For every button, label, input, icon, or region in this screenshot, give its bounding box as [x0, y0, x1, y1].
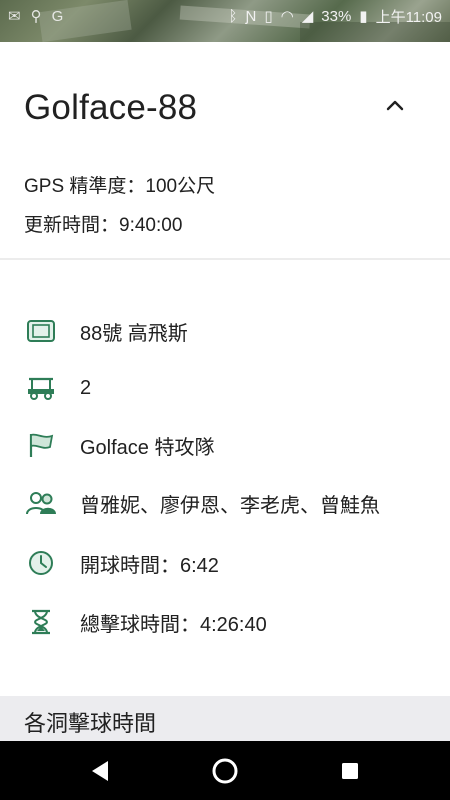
flag-icon — [24, 428, 58, 462]
chevron-up-icon — [386, 100, 404, 111]
tee-time: 開球時間：6:42 — [80, 554, 219, 577]
gmail-icon: ✉ — [8, 8, 21, 25]
detail-row-team: Golface 特攻隊 — [0, 425, 450, 465]
battery-icon: ▮ — [359, 8, 368, 25]
back-button[interactable] — [60, 741, 140, 800]
update-time: 更新時間：9:40:00 — [24, 215, 183, 236]
caddie-label: 88號 高飛斯 — [80, 322, 188, 345]
players-icon — [24, 486, 58, 520]
bluetooth-icon: ᛒ — [228, 7, 238, 25]
team-name: Golface 特攻隊 — [80, 436, 215, 459]
home-icon — [212, 758, 238, 783]
divider — [0, 258, 450, 260]
vibrate-icon: ▯ — [264, 8, 273, 25]
device-title: Golface-88 — [24, 88, 198, 127]
hole-times-section-header[interactable]: 各洞擊球時間 — [0, 696, 450, 742]
battery-percent: 33% — [321, 7, 352, 25]
clock: 上午11:09 — [375, 8, 442, 26]
clock-icon — [24, 546, 58, 580]
collapse-button[interactable] — [378, 90, 412, 120]
nfc-icon: Ɲ — [245, 7, 257, 25]
detail-row-cart: 2 — [0, 368, 450, 408]
gps-accuracy: GPS 精準度：100公尺 — [24, 176, 216, 197]
cart-number: 2 — [80, 376, 92, 399]
section-title: 各洞擊球時間 — [24, 711, 157, 736]
players-list: 曾雅妮、廖伊恩、李老虎、曾鮭魚 — [80, 494, 380, 517]
g-icon: G — [51, 7, 64, 25]
detail-row-tee-time: 開球時間：6:42 — [0, 543, 450, 583]
signal-icon: ◢ — [301, 8, 314, 25]
home-button[interactable] — [185, 741, 265, 800]
status-bar: ✉ ⚲ G ᛒ Ɲ ▯ ◠ ◢ 33% ▮ 上午11:09 — [0, 0, 450, 42]
keyhole-icon: ⚲ — [30, 8, 42, 25]
detail-row-total-time: 總擊球時間：4:26:40 — [0, 602, 450, 642]
wifi-icon: ◠ — [280, 8, 294, 25]
detail-row-players: 曾雅妮、廖伊恩、李老虎、曾鮭魚 — [0, 483, 450, 523]
tablet-icon — [24, 314, 58, 348]
recents-icon — [342, 762, 358, 779]
back-icon — [92, 760, 108, 781]
golf-cart-icon — [24, 371, 58, 405]
detail-row-caddie: 88號 高飛斯 — [0, 311, 450, 351]
recents-button[interactable] — [310, 741, 390, 800]
hourglass-icon — [24, 605, 58, 639]
total-time: 總擊球時間：4:26:40 — [80, 613, 267, 636]
system-nav-bar — [0, 741, 450, 800]
